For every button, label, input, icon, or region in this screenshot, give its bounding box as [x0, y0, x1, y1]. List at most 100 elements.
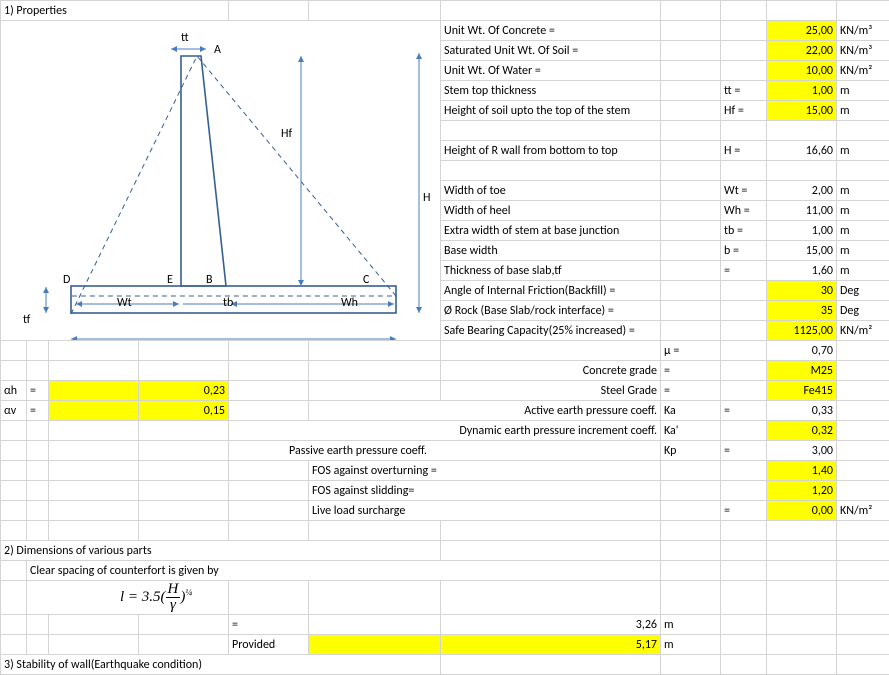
- row-eq: =: [721, 441, 767, 461]
- row-sym: Kp: [661, 441, 721, 461]
- row-label: Stem top thickness: [441, 81, 661, 101]
- row-val[interactable]: 3,00: [767, 441, 837, 461]
- row-eq: =: [721, 401, 767, 421]
- av-label: αv: [1, 401, 27, 421]
- row-unit: KN/m²: [837, 501, 889, 521]
- row-sym: tt =: [721, 81, 767, 101]
- row-val[interactable]: 2,00: [767, 181, 837, 201]
- row-label: Steel Grade: [441, 381, 661, 401]
- row-label: Live load surcharge: [309, 501, 661, 521]
- row-val[interactable]: 1,60: [767, 261, 837, 281]
- retaining-wall-diagram: [1, 21, 441, 341]
- row-label: Dynamic earth pressure increment coeff.: [229, 421, 661, 441]
- row-sym: =: [661, 361, 721, 381]
- section2-sub: Clear spacing of counterfort is given by: [27, 561, 661, 581]
- row-sym: =: [721, 501, 767, 521]
- row-label: Base width: [441, 241, 661, 261]
- diagram-cell: tt A Hf H D E B C Wt tb Wh tf b: [1, 21, 441, 341]
- row-val[interactable]: 1125,00: [767, 321, 837, 341]
- row-val[interactable]: 10,00: [767, 61, 837, 81]
- formula-counterfort-spacing: l = 3.5(Hγ)¼: [27, 581, 229, 615]
- row-sym: Wt =: [721, 181, 767, 201]
- row-val[interactable]: 1,20: [767, 481, 837, 501]
- diagram-label-D: D: [63, 273, 70, 287]
- row-label: Extra width of stem at base junction: [441, 221, 661, 241]
- row-label: Safe Bearing Capacity(25% increased) =: [441, 321, 661, 341]
- diagram-label-A: A: [214, 43, 221, 57]
- row-sym: Hf =: [721, 101, 767, 121]
- dim-provided[interactable]: 5,17: [441, 635, 661, 655]
- row-unit: m: [837, 221, 889, 241]
- row-sym: =: [661, 381, 721, 401]
- row-sym: Ka': [661, 421, 721, 441]
- row-val[interactable]: 30: [767, 281, 837, 301]
- row-sym: µ =: [661, 341, 721, 361]
- section2-title: 2) Dimensions of various parts: [1, 541, 441, 561]
- diagram-label-C: C: [363, 273, 369, 287]
- diagram-label-Wh: Wh: [341, 296, 358, 310]
- diagram-label-tb: tb: [223, 296, 233, 310]
- row-sym: Ka: [661, 401, 721, 421]
- diagram-label-E: E: [167, 273, 173, 287]
- diagram-label-B: B: [206, 273, 213, 287]
- row-label: Active earth pressure coeff.: [309, 401, 661, 421]
- row-sym: H =: [721, 141, 767, 161]
- row-unit: KN/m²: [837, 61, 889, 81]
- row-sym: tb =: [721, 221, 767, 241]
- row-unit: m: [837, 201, 889, 221]
- row-val[interactable]: 0,33: [767, 401, 837, 421]
- dim-provided-unit: m: [661, 635, 721, 655]
- row-val[interactable]: 1,00: [767, 221, 837, 241]
- row-sym: Wh =: [721, 201, 767, 221]
- row-val[interactable]: Fe415: [767, 381, 837, 401]
- row-unit: m: [837, 181, 889, 201]
- ah-val[interactable]: 0,23: [139, 381, 229, 401]
- row-label: FOS against overturning =: [309, 461, 661, 481]
- row-label: Passive earth pressure coeff.: [229, 441, 661, 461]
- row-label: Angle of Internal Friction(Backfill) =: [441, 281, 661, 301]
- av-eq: =: [27, 401, 49, 421]
- row-label: Unit Wt. Of Concrete =: [441, 21, 661, 41]
- row-unit: m: [837, 101, 889, 121]
- row-val[interactable]: 0,00: [767, 501, 837, 521]
- row-unit: KN/m²: [837, 321, 889, 341]
- av-val[interactable]: 0,15: [139, 401, 229, 421]
- row-unit: m: [837, 81, 889, 101]
- row-unit: KN/m³: [837, 21, 889, 41]
- row-val[interactable]: 16,60: [767, 141, 837, 161]
- row-label: Saturated Unit Wt. Of Soil =: [441, 41, 661, 61]
- row-val[interactable]: M25: [767, 361, 837, 381]
- row-unit: m: [837, 141, 889, 161]
- row-unit: KN/m³: [837, 41, 889, 61]
- dim-computed[interactable]: 3,26: [441, 615, 661, 635]
- row-unit: Deg: [837, 301, 889, 321]
- row-val[interactable]: 15,00: [767, 241, 837, 261]
- row-label: Unit Wt. Of Water =: [441, 61, 661, 81]
- row-label: Height of R wall from bottom to top: [441, 141, 661, 161]
- ah-eq: =: [27, 381, 49, 401]
- row-val[interactable]: 1,00: [767, 81, 837, 101]
- row-unit: m: [837, 261, 889, 281]
- row-val[interactable]: 35: [767, 301, 837, 321]
- dim-provided-label: Provided: [229, 635, 309, 655]
- row-val[interactable]: 22,00: [767, 41, 837, 61]
- ah-label: αh: [1, 381, 27, 401]
- dim-computed-unit: m: [661, 615, 721, 635]
- row-val[interactable]: 0,70: [767, 341, 837, 361]
- row-val[interactable]: 25,00: [767, 21, 837, 41]
- row-val[interactable]: 1,40: [767, 461, 837, 481]
- row-label: Thickness of base slab,tf: [441, 261, 661, 281]
- row-val[interactable]: 15,00: [767, 101, 837, 121]
- row-label: Concrete grade: [441, 361, 661, 381]
- row-val[interactable]: 11,00: [767, 201, 837, 221]
- row-label: Width of heel: [441, 201, 661, 221]
- row-val[interactable]: 0,32: [767, 421, 837, 441]
- row-sym: b =: [721, 241, 767, 261]
- row-label: Ø Rock (Base Slab/rock interface) =: [441, 301, 661, 321]
- row-label: Height of soil upto the top of the stem: [441, 101, 661, 121]
- row-label: Width of toe: [441, 181, 661, 201]
- diagram-label-Hf: Hf: [281, 127, 292, 141]
- diagram-label-Wt: Wt: [117, 296, 132, 310]
- row-unit: m: [837, 241, 889, 261]
- dim-eq: =: [229, 615, 309, 635]
